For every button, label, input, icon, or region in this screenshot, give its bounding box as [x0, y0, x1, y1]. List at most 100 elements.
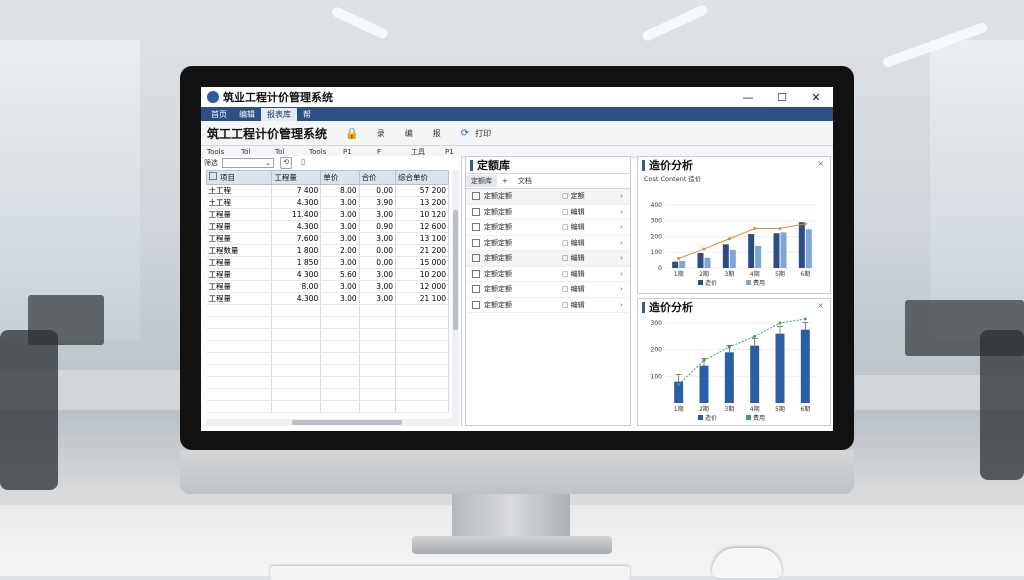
- tab-documents[interactable]: 文档: [513, 175, 537, 187]
- list-item[interactable]: 定额定额 ▢ 编辑 ›: [466, 251, 630, 267]
- list-item[interactable]: 定额定额 ▢ 编辑 ›: [466, 220, 630, 236]
- chevron-right-icon[interactable]: ›: [620, 254, 630, 262]
- subtool-item[interactable]: 工具: [405, 147, 439, 157]
- bar: [724, 352, 734, 403]
- line-point: [727, 237, 731, 241]
- chevron-right-icon[interactable]: ›: [620, 192, 630, 200]
- item-checkbox[interactable]: [472, 223, 480, 232]
- bar: [697, 252, 704, 268]
- panel-header: 造价分析: [638, 157, 830, 173]
- table-cell: 12 600: [395, 220, 449, 233]
- file-icon: ▢: [562, 223, 569, 232]
- table-row[interactable]: 土工程 4.300 3.00 3.90 13 200: [206, 196, 449, 209]
- item-checkbox[interactable]: [472, 300, 480, 309]
- close-icon[interactable]: ×: [817, 159, 824, 168]
- table-row[interactable]: 工程量 8.00 3.00 3.00 12 000: [206, 280, 449, 293]
- x-tick-label: 5期: [775, 270, 785, 278]
- lock-icon[interactable]: 🔒: [345, 127, 359, 140]
- row-select-checkbox[interactable]: [209, 172, 217, 180]
- table-row[interactable]: 工程量 4.300 3.00 0.90 12 600: [206, 220, 449, 233]
- scrollbar-thumb[interactable]: [453, 210, 458, 330]
- background-chair: [980, 330, 1024, 480]
- toolbar-button-edit[interactable]: 编: [395, 128, 423, 139]
- table-row[interactable]: 工程量 7.600 3.00 3.00 13 100: [206, 232, 449, 245]
- norm-library-panel: 定额库 定额库 + 文档 定额定额 ▢ 定额 › 定额定额 ▢ 编辑 › 定额定额 ▢ 编辑 › …: [465, 156, 631, 426]
- chevron-right-icon[interactable]: ›: [620, 239, 630, 247]
- chevron-right-icon[interactable]: ›: [620, 270, 630, 278]
- table-cell: 57 200: [395, 184, 449, 197]
- empty-row: [206, 304, 449, 317]
- list-item[interactable]: 定额定额 ▢ 定额 ›: [466, 189, 630, 205]
- column-header[interactable]: 合价: [358, 170, 397, 185]
- bar: [800, 329, 810, 403]
- chevron-right-icon[interactable]: ›: [620, 208, 630, 216]
- filter-select[interactable]: ⌄: [222, 158, 274, 168]
- menu-bar: 首页 编辑 报表库 帮: [201, 107, 833, 121]
- toolbar-button-print[interactable]: 打印: [469, 128, 497, 139]
- scrollbar-thumb[interactable]: [292, 420, 402, 425]
- maximize-button[interactable]: ☐: [765, 91, 799, 104]
- menu-item-help[interactable]: 帮: [297, 108, 317, 121]
- list-item[interactable]: 定额定额 ▢ 编辑 ›: [466, 205, 630, 220]
- table-cell: 3.00: [359, 292, 397, 305]
- subtool-item[interactable]: Tol: [269, 148, 303, 156]
- empty-row: [206, 328, 449, 341]
- table-row[interactable]: 工程量 4 300 5.60 3.00 10 200: [206, 268, 449, 281]
- table-row[interactable]: 工程量 1 850 3.00 0.00 15 000: [206, 256, 449, 269]
- list-item[interactable]: 定额定额 ▢ 编辑 ›: [466, 236, 630, 251]
- close-icon[interactable]: ×: [817, 301, 824, 310]
- table-cell: 4.300: [271, 196, 322, 209]
- chevron-right-icon[interactable]: ›: [620, 223, 630, 231]
- refresh-icon[interactable]: ⟲: [280, 157, 292, 169]
- list-item[interactable]: 定额定额 ▢ 编辑 ›: [466, 282, 630, 298]
- subtool-item[interactable]: P1: [337, 148, 371, 156]
- document-icon[interactable]: ▯: [298, 158, 308, 168]
- item-checkbox[interactable]: [472, 254, 480, 263]
- item-checkbox[interactable]: [472, 192, 480, 201]
- bar: [722, 244, 729, 268]
- line-point: [803, 317, 807, 321]
- table-row[interactable]: 工程数量 1 800 2.00 0.00 21 200: [206, 244, 449, 257]
- subtool-item[interactable]: Tol: [235, 148, 269, 156]
- subtool-item[interactable]: Tools: [303, 148, 337, 156]
- tab-norm-library[interactable]: 定额库: [466, 175, 497, 187]
- menu-item-home[interactable]: 首页: [205, 108, 233, 121]
- column-header[interactable]: 单价: [320, 170, 360, 185]
- table-row[interactable]: 工程量 11.400 3.00 3.00 10 120: [206, 208, 449, 221]
- column-header[interactable]: 综合单价: [395, 170, 449, 185]
- list-item[interactable]: 定额定额 ▢ 编辑 ›: [466, 298, 630, 313]
- close-button[interactable]: ✕: [799, 91, 833, 104]
- item-checkbox[interactable]: [472, 285, 480, 294]
- subtool-item[interactable]: P1: [439, 148, 473, 156]
- tab-add[interactable]: +: [497, 176, 513, 186]
- menu-item-reports[interactable]: 报表库: [261, 108, 297, 121]
- list-item[interactable]: 定额定额 ▢ 编辑 ›: [466, 267, 630, 282]
- print-icon[interactable]: ⟳: [461, 128, 469, 139]
- horizontal-scrollbar[interactable]: [206, 419, 452, 426]
- chevron-right-icon[interactable]: ›: [620, 285, 630, 293]
- item-checkbox[interactable]: [472, 238, 480, 247]
- item-checkbox[interactable]: [472, 269, 480, 278]
- table-row[interactable]: 工程量 4.300 3.00 3.00 21 100: [206, 292, 449, 305]
- table-cell: 工程量: [206, 220, 273, 233]
- cost-table-panel: 筛选 ⌄ ⟲ ▯ 项目 工程量 单价 合价 综合单价 土工程 7 400 8.0…: [204, 156, 462, 426]
- column-header[interactable]: 项目: [205, 170, 273, 185]
- table-row[interactable]: 土工程 7 400 8.00 0.00 57 200: [206, 184, 449, 197]
- column-header[interactable]: 工程量: [271, 170, 322, 185]
- toolbar-button-record[interactable]: 录: [367, 128, 395, 139]
- table-cell: 3.00: [359, 280, 397, 293]
- minimize-button[interactable]: —: [731, 91, 765, 104]
- chevron-right-icon[interactable]: ›: [620, 301, 630, 309]
- chart-subtitle: Cost Content 造价: [644, 175, 702, 183]
- table-cell: 3.00: [320, 220, 360, 233]
- toolbar-button-report[interactable]: 报: [423, 128, 451, 139]
- filter-bar: 筛选 ⌄ ⟲ ▯: [204, 156, 461, 170]
- item-checkbox[interactable]: [472, 207, 480, 216]
- bar: [750, 345, 760, 403]
- vertical-scrollbar[interactable]: [452, 170, 459, 426]
- menu-item-edit[interactable]: 编辑: [233, 108, 261, 121]
- bar: [672, 261, 679, 268]
- subtool-item[interactable]: Tools: [201, 148, 235, 156]
- chart-title: 造价分析: [649, 301, 693, 314]
- subtool-item[interactable]: F: [371, 148, 405, 156]
